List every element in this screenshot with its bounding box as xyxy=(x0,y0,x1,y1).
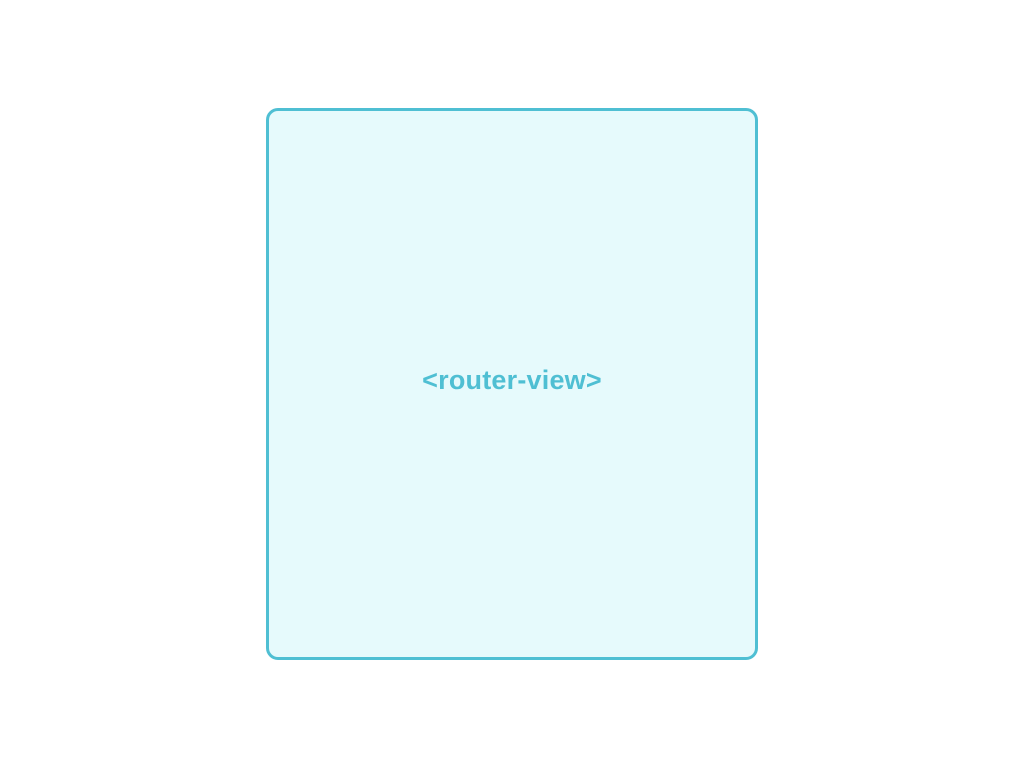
router-view-label: <router-view> xyxy=(422,364,602,395)
diagram-canvas: <router-view> xyxy=(0,0,1024,768)
router-view-box: <router-view> xyxy=(266,108,758,660)
